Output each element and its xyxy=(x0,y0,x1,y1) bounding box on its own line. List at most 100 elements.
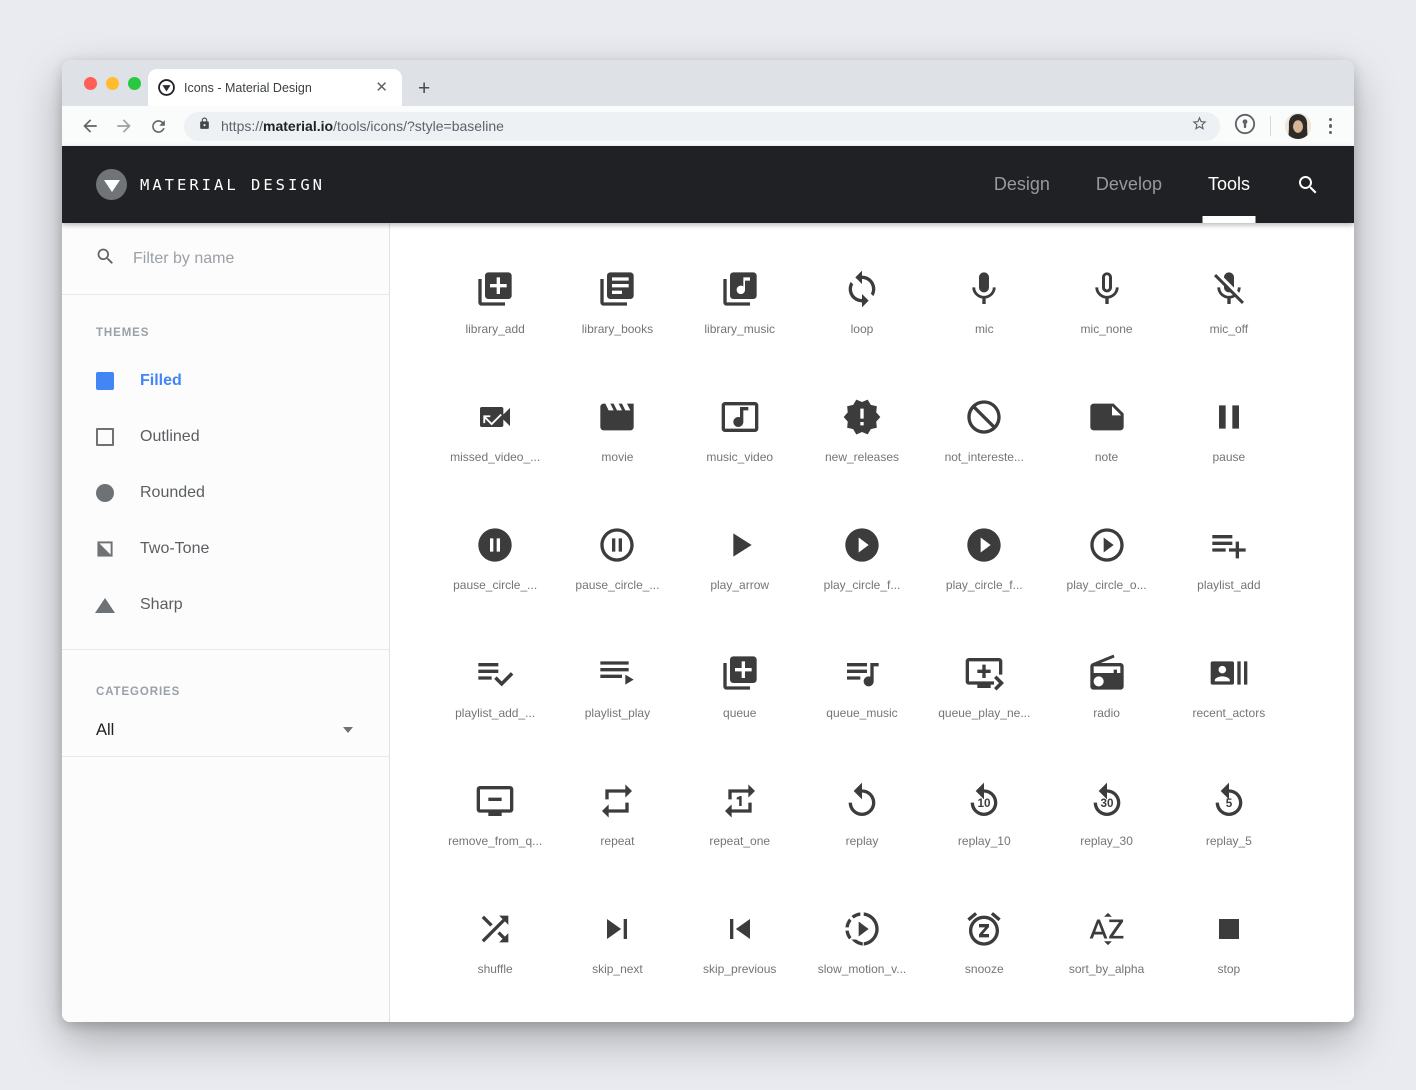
nav-tools[interactable]: Tools xyxy=(1208,146,1250,223)
fullscreen-window-button[interactable] xyxy=(128,77,141,90)
icon-cell-mic_none[interactable]: mic_none xyxy=(1045,249,1167,377)
theme-two-tone[interactable]: Two-Tone xyxy=(62,521,389,577)
browser-tab[interactable]: Icons - Material Design ✕ xyxy=(148,69,402,106)
icon-label: mic xyxy=(975,322,994,336)
header-search-icon[interactable] xyxy=(1296,173,1320,197)
icon-cell-replay_5[interactable]: 5 replay_5 xyxy=(1168,761,1290,889)
tab-close-icon[interactable]: ✕ xyxy=(371,78,392,97)
filter-placeholder: Filter by name xyxy=(133,250,234,268)
icon-cell-queue[interactable]: queue xyxy=(679,633,801,761)
icon-cell-playlist_add[interactable]: playlist_add xyxy=(1168,505,1290,633)
icon-cell-slow_motion_video[interactable]: slow_motion_v... xyxy=(801,889,923,1017)
icon-cell-playlist_add_check[interactable]: playlist_add_... xyxy=(434,633,556,761)
icon-glyph xyxy=(964,269,1004,309)
icon-glyph xyxy=(842,909,882,949)
icon-cell-queue_play_next[interactable]: queue_play_ne... xyxy=(923,633,1045,761)
icon-cell-radio[interactable]: radio xyxy=(1045,633,1167,761)
reload-button[interactable] xyxy=(144,112,172,140)
icon-cell-replay_30[interactable]: 30 replay_30 xyxy=(1045,761,1167,889)
theme-rounded[interactable]: Rounded xyxy=(62,465,389,521)
icon-cell-note[interactable]: note xyxy=(1045,377,1167,505)
icon-cell-library_add[interactable]: library_add xyxy=(434,249,556,377)
icon-cell-pause_circle_outline[interactable]: pause_circle_... xyxy=(556,505,678,633)
theme-outlined[interactable]: Outlined xyxy=(62,409,389,465)
icon-cell-sort_by_alpha[interactable]: sort_by_alpha xyxy=(1045,889,1167,1017)
icon-label: repeat xyxy=(600,834,634,848)
icon-glyph xyxy=(1209,525,1249,565)
icon-glyph xyxy=(597,525,637,565)
icon-cell-repeat[interactable]: repeat xyxy=(556,761,678,889)
icon-cell-mic[interactable]: mic xyxy=(923,249,1045,377)
icon-label: playlist_add_... xyxy=(455,706,535,720)
material-design-logo-icon[interactable] xyxy=(96,169,127,200)
icon-cell-music_video[interactable]: music_video xyxy=(679,377,801,505)
icon-cell-shuffle[interactable]: shuffle xyxy=(434,889,556,1017)
icon-cell-skip_next[interactable]: skip_next xyxy=(556,889,678,1017)
theme-filled[interactable]: Filled xyxy=(62,353,389,409)
icon-label: pause_circle_... xyxy=(575,578,659,592)
icon-cell-repeat_one[interactable]: repeat_one xyxy=(679,761,801,889)
nav-develop[interactable]: Develop xyxy=(1096,146,1162,223)
icon-cell-library_music[interactable]: library_music xyxy=(679,249,801,377)
icon-cell-queue_music[interactable]: queue_music xyxy=(801,633,923,761)
category-dropdown[interactable]: All xyxy=(62,704,389,756)
icon-cell-recent_actors[interactable]: recent_actors xyxy=(1168,633,1290,761)
site-nav: Design Develop Tools xyxy=(994,146,1250,223)
icon-cell-playlist_play[interactable]: playlist_play xyxy=(556,633,678,761)
icon-glyph xyxy=(964,397,1004,437)
address-bar[interactable]: https://material.io/tools/icons/?style=b… xyxy=(184,112,1220,141)
profile-avatar[interactable] xyxy=(1285,113,1311,139)
icon-cell-library_books[interactable]: library_books xyxy=(556,249,678,377)
new-tab-button[interactable]: + xyxy=(418,78,430,99)
icon-cell-loop[interactable]: loop xyxy=(801,249,923,377)
close-window-button[interactable] xyxy=(84,77,97,90)
icon-label: pause_circle_... xyxy=(453,578,537,592)
icon-cell-play_circle_outline[interactable]: play_circle_o... xyxy=(1045,505,1167,633)
svg-text:30: 30 xyxy=(1100,797,1113,810)
nav-design[interactable]: Design xyxy=(994,146,1050,223)
icon-cell-play_arrow[interactable]: play_arrow xyxy=(679,505,801,633)
icon-cell-stop[interactable]: stop xyxy=(1168,889,1290,1017)
icon-label: pause xyxy=(1212,450,1245,464)
icon-cell-play_circle_filled[interactable]: play_circle_f... xyxy=(801,505,923,633)
desktop: { "browser": { "tab_title": "Icons - Mat… xyxy=(0,0,1416,1090)
icon-glyph xyxy=(1209,653,1249,693)
sidebar-divider xyxy=(62,756,389,757)
icon-cell-play_circle_filled_white[interactable]: play_circle_f... xyxy=(923,505,1045,633)
icon-label: mic_none xyxy=(1081,322,1133,336)
icon-glyph xyxy=(720,269,760,309)
browser-toolbar: https://material.io/tools/icons/?style=b… xyxy=(62,106,1354,146)
themes-label: THEMES xyxy=(62,295,389,339)
icon-label: replay_30 xyxy=(1080,834,1133,848)
icon-label: slow_motion_v... xyxy=(818,962,906,976)
icon-cell-replay_10[interactable]: 10 replay_10 xyxy=(923,761,1045,889)
material-favicon-icon xyxy=(158,79,175,96)
icon-cell-mic_off[interactable]: mic_off xyxy=(1168,249,1290,377)
back-button[interactable] xyxy=(76,112,104,140)
icon-cell-not_interested[interactable]: not_intereste... xyxy=(923,377,1045,505)
icon-cell-missed_video_call[interactable]: missed_video_... xyxy=(434,377,556,505)
forward-button[interactable] xyxy=(110,112,138,140)
theme-sharp[interactable]: Sharp xyxy=(62,577,389,633)
browser-menu-icon[interactable] xyxy=(1325,118,1337,135)
icon-cell-replay[interactable]: replay xyxy=(801,761,923,889)
filter-search-field[interactable]: Filter by name xyxy=(62,223,389,295)
icon-label: library_books xyxy=(582,322,653,336)
icon-glyph xyxy=(475,653,515,693)
outlined-square-icon xyxy=(96,428,114,446)
minimize-window-button[interactable] xyxy=(106,77,119,90)
rounded-circle-icon xyxy=(96,484,114,502)
icon-cell-new_releases[interactable]: new_releases xyxy=(801,377,923,505)
icon-cell-skip_previous[interactable]: skip_previous xyxy=(679,889,801,1017)
icon-label: shuffle xyxy=(478,962,513,976)
icon-cell-movie[interactable]: movie xyxy=(556,377,678,505)
icon-cell-pause_circle_filled[interactable]: pause_circle_... xyxy=(434,505,556,633)
icon-cell-snooze[interactable]: snooze xyxy=(923,889,1045,1017)
icon-cell-remove_from_queue[interactable]: remove_from_q... xyxy=(434,761,556,889)
icon-cell-pause[interactable]: pause xyxy=(1168,377,1290,505)
bookmark-star-icon[interactable] xyxy=(1191,115,1208,137)
icon-glyph xyxy=(842,397,882,437)
extension-keyhole-icon[interactable] xyxy=(1234,113,1256,140)
icon-glyph xyxy=(475,781,515,821)
icon-glyph xyxy=(842,269,882,309)
